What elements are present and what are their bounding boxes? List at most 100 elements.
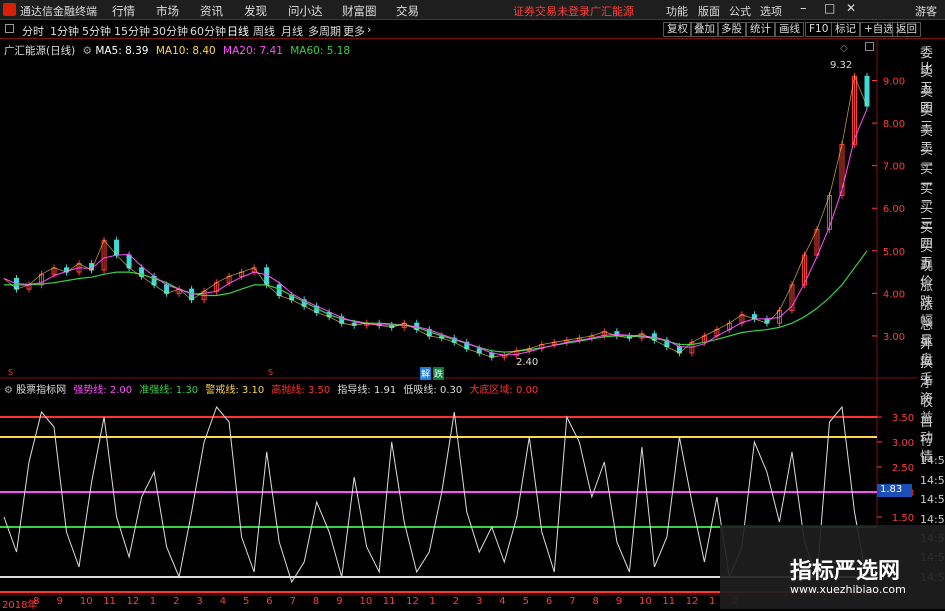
time-axis-label: 2 (452, 596, 460, 607)
panel-toggle-icon[interactable] (5, 24, 14, 33)
legend-zhunqiang: 准强线: 1.30 (139, 385, 199, 396)
current-stock-name: 广汇能源 (590, 5, 634, 18)
tb-fuquan[interactable]: 复权 (663, 22, 692, 37)
time-axis-label: 12 (126, 596, 140, 607)
user-label[interactable]: 游客 (915, 3, 937, 19)
unlock-mark[interactable]: 解 (420, 367, 432, 380)
time-axis-label: 6 (545, 596, 553, 607)
time-axis-label: 11 (103, 596, 116, 607)
s-mark: S (268, 368, 274, 377)
period-multi[interactable]: 多周期 (308, 23, 341, 39)
legend-ma60: MA60: 5.18 (290, 45, 351, 57)
right-panel-item[interactable]: 14:50 (920, 492, 945, 508)
time-axis-label: 7 (569, 596, 576, 607)
indicator-tick-label: 2.50 (892, 463, 914, 474)
time-axis-label: 10 (639, 596, 652, 607)
period-15min[interactable]: 15分钟 (114, 23, 150, 39)
menu-item-jiaoyi[interactable]: 交易 (396, 3, 419, 19)
time-axis-label: 9 (336, 596, 343, 607)
period-60min[interactable]: 60分钟 (190, 23, 226, 39)
legend-ma20: MA20: 7.41 (223, 45, 283, 57)
tb-tongji[interactable]: 统计 (746, 22, 775, 37)
chevron-right-icon[interactable]: › (367, 23, 371, 36)
low-price-label: 2.40 (516, 357, 539, 368)
s-mark: S (8, 368, 14, 377)
app-logo-icon (3, 3, 16, 16)
menu-item-wenxiaoda[interactable]: 问小达 (288, 3, 323, 19)
ma10-line (3, 74, 868, 358)
tb-duogu[interactable]: 多股 (717, 22, 746, 37)
time-axis-label: 12 (685, 596, 699, 607)
tb-f10[interactable]: F10 (805, 22, 833, 37)
watermark-title: 指标严选网 (790, 559, 901, 584)
close-icon[interactable]: ✕ (846, 1, 856, 15)
settings-gear-icon[interactable]: ⚙ (4, 385, 13, 396)
time-axis-label: 5 (522, 596, 529, 607)
period-monthly[interactable]: 月线 (281, 23, 303, 39)
kline-chart[interactable]: 9.00 8.00 7.00 6.00 5.00 4.00 3.00 3.50 3.00 2.5… (0, 40, 917, 609)
price-series (3, 72, 870, 361)
time-axis-label: 8 (33, 596, 40, 607)
right-panel-item[interactable]: 14:50 (920, 473, 945, 489)
time-axis-label: 8 (592, 596, 599, 607)
right-quote-panel: 委比 卖五 卖四 卖三 卖二 卖一 买一 买二 买三 买四 买五 现价 涨跌 涨幅 总量 外盘 换手 净资 收益 自动… (917, 40, 945, 605)
time-axis-label: 12 (406, 596, 419, 607)
menu-gongneng[interactable]: 功能 (666, 3, 688, 19)
indicator-title: 股票指标网 (16, 385, 67, 396)
period-weekly[interactable]: 周线 (253, 23, 275, 39)
period-more[interactable]: 更多 (343, 23, 365, 39)
time-axis-label: 11 (662, 596, 676, 607)
legend-ma5: MA5: 8.39 (95, 45, 149, 57)
menu-item-hangqing[interactable]: 行情 (112, 3, 135, 19)
menu-banmian[interactable]: 版面 (698, 3, 720, 19)
menu-bar: 通达信金融终端 行情 市场 资讯 发现 问小达 财富圈 交易 证券交易未登录 广… (0, 0, 945, 20)
indicator-current-value: 1.83 (877, 484, 912, 497)
price-tick-label: 3.00 (883, 332, 905, 343)
main-legend: 广汇能源(日线) ⚙ MA5: 8.39 MA10: 8.40 MA20: 7.… (4, 43, 350, 58)
time-axis-label: 8 (312, 596, 320, 607)
time-axis-label: 7 (289, 596, 296, 607)
maximize-icon[interactable]: □ (824, 1, 835, 15)
settings-gear-icon[interactable]: ⚙ (83, 45, 92, 57)
right-panel-item[interactable]: 14:50 (920, 453, 945, 469)
tb-biaoji[interactable]: 标记 (831, 22, 860, 37)
tb-huaxian[interactable]: 画线 (775, 22, 804, 37)
time-axis-label: 9 (615, 596, 623, 607)
indicator-tick-label: 1.50 (892, 513, 914, 524)
legend-dadi: 大底区域: 0.00 (469, 385, 539, 396)
watermark-panel: 指标严选网 www.xuezhibiao.com (720, 525, 945, 609)
legend-jingjie: 警戒线: 3.10 (205, 385, 265, 396)
stock-title: 广汇能源(日线) (4, 45, 76, 57)
ma20-line (3, 108, 868, 356)
window-toggle-icon[interactable] (865, 42, 874, 51)
period-fenshi[interactable]: 分时 (22, 23, 44, 39)
menu-gongshi[interactable]: 公式 (729, 3, 751, 19)
period-30min[interactable]: 30分钟 (152, 23, 188, 39)
time-axis-label: 9 (56, 596, 63, 607)
trade-login-warning[interactable]: 证券交易未登录 (513, 3, 590, 19)
menu-xuanxiang[interactable]: 选项 (760, 3, 782, 19)
legend-qiangshi: 强势线: 2.00 (73, 385, 133, 396)
drop-mark[interactable]: 跌 (433, 367, 445, 380)
price-tick-label: 6.00 (883, 204, 905, 215)
price-tick-label: 9.00 (883, 77, 905, 88)
high-price-label: 9.32 (830, 60, 853, 71)
time-axis-label: 6 (266, 596, 273, 607)
menu-item-faxian[interactable]: 发现 (244, 3, 267, 19)
diamond-icon[interactable]: ◇ (840, 43, 848, 54)
period-1min[interactable]: 1分钟 (50, 23, 79, 39)
menu-item-shichang[interactable]: 市场 (156, 3, 179, 19)
indicator-tick-label: 3.00 (892, 438, 914, 449)
indicator-tick-label: 3.50 (892, 413, 914, 424)
minimize-icon[interactable]: – (800, 1, 807, 16)
indicator-legend: ⚙ 股票指标网 强势线: 2.00 准强线: 1.30 警戒线: 3.10 高抛… (4, 381, 538, 396)
menu-item-zixun[interactable]: 资讯 (200, 3, 223, 19)
time-axis-label: 4 (499, 596, 506, 607)
menu-item-caifuquan[interactable]: 财富圈 (342, 3, 377, 19)
tb-diejia[interactable]: 叠加 (690, 22, 719, 37)
period-5min[interactable]: 5分钟 (82, 23, 111, 39)
period-daily[interactable]: 日线 (227, 23, 249, 39)
time-axis-label: 1 (429, 596, 436, 607)
tb-fanhui[interactable]: 返回 (892, 22, 921, 37)
time-axis-label: 10 (79, 596, 93, 607)
